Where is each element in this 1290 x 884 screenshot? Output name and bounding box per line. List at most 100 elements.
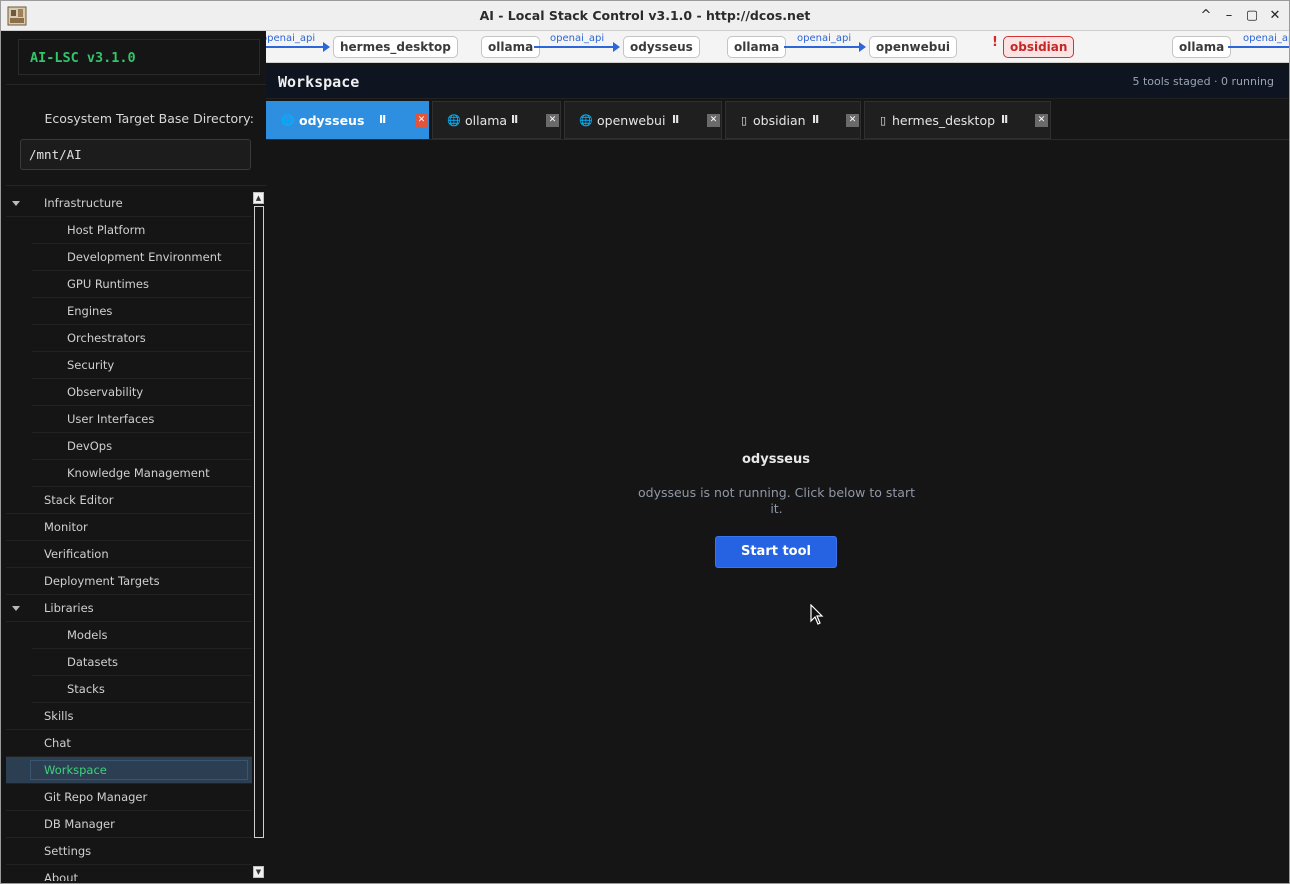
pipeline-node-obsidian[interactable]: obsidian	[1003, 36, 1075, 58]
sidebar-item-engines[interactable]: Engines	[32, 298, 252, 325]
pipeline-node-hermes-desktop[interactable]: hermes_desktop	[333, 36, 458, 58]
sidebar-item-label: Stack Editor	[44, 493, 114, 507]
sidebar-item-devops[interactable]: DevOps	[32, 433, 252, 460]
pipeline-node-openwebui[interactable]: openwebui	[869, 36, 957, 58]
tab-label: openwebui	[597, 113, 666, 128]
pause-icon[interactable]: II	[1001, 113, 1008, 126]
sidebar-item-workspace[interactable]: Workspace	[6, 757, 252, 784]
tab-obsidian[interactable]: ▯ obsidian II ✕	[725, 101, 861, 139]
pipeline-node-ollama[interactable]: ollama	[727, 36, 787, 58]
sidebar-item-infrastructure[interactable]: Infrastructure	[6, 190, 252, 217]
sidebar-item-chat[interactable]: Chat	[6, 730, 252, 757]
empty-state-message: odysseus is not running. Click below to …	[637, 485, 916, 516]
device-icon: ▯	[741, 114, 748, 127]
sidebar-item-label: DB Manager	[44, 817, 115, 831]
expand-caret-icon[interactable]	[12, 606, 20, 611]
edge-line	[534, 46, 613, 48]
sidebar-item-security[interactable]: Security	[32, 352, 252, 379]
empty-state-title: odysseus	[742, 452, 810, 467]
sidebar-item-label: Engines	[67, 304, 113, 318]
sidebar-item-host-platform[interactable]: Host Platform	[32, 217, 252, 244]
app-window: AI - Local Stack Control v3.1.0 - http:/…	[0, 0, 1290, 884]
sidebar-item-label: Git Repo Manager	[44, 790, 148, 804]
sidebar-item-gpu-runtimes[interactable]: GPU Runtimes	[32, 271, 252, 298]
sidebar-item-label: User Interfaces	[67, 412, 155, 426]
shade-button[interactable]: ^	[1197, 7, 1215, 25]
pause-icon[interactable]: II	[812, 113, 819, 126]
pause-icon[interactable]: II	[379, 113, 386, 126]
sidebar-scrollbar[interactable]: ▲ ▼	[253, 190, 265, 881]
tab-ollama[interactable]: 🌐 ollama II ✕	[432, 101, 561, 139]
divider	[6, 185, 266, 186]
sidebar-item-stack-editor[interactable]: Stack Editor	[6, 487, 252, 514]
minimize-button[interactable]: –	[1220, 7, 1238, 25]
sidebar-item-stacks[interactable]: Stacks	[32, 676, 252, 703]
pipeline-node-ollama[interactable]: ollama	[481, 36, 541, 58]
sidebar-item-libraries[interactable]: Libraries	[6, 595, 252, 622]
sidebar-item-label: Security	[67, 358, 115, 372]
close-tab-icon[interactable]: ✕	[415, 114, 428, 127]
tab-openwebui[interactable]: 🌐 openwebui II ✕	[564, 101, 722, 139]
mouse-cursor-icon	[810, 604, 824, 625]
sidebar-item-models[interactable]: Models	[32, 622, 252, 649]
sidebar-item-deployment-targets[interactable]: Deployment Targets	[6, 568, 252, 595]
sidebar-item-verification[interactable]: Verification	[6, 541, 252, 568]
window-title: AI - Local Stack Control v3.1.0 - http:/…	[479, 8, 811, 23]
close-tab-icon[interactable]: ✕	[546, 114, 559, 127]
sidebar-item-label: Settings	[44, 844, 92, 858]
sidebar-item-monitor[interactable]: Monitor	[6, 514, 252, 541]
tab-hermes-desktop[interactable]: ▯ hermes_desktop II ✕	[864, 101, 1051, 139]
sidebar-item-observability[interactable]: Observability	[32, 379, 252, 406]
pipeline-node-odysseus[interactable]: odysseus	[623, 36, 700, 58]
sidebar-item-label: Orchestrators	[67, 331, 146, 345]
sidebar-item-label: GPU Runtimes	[67, 277, 149, 291]
app-brand: AI-LSC v3.1.0	[30, 50, 136, 66]
edge-line	[266, 46, 323, 48]
scrollbar-thumb[interactable]	[254, 206, 264, 838]
sidebar-item-git-repo-manager[interactable]: Git Repo Manager	[6, 784, 252, 811]
sidebar-item-knowledge-management[interactable]: Knowledge Management	[32, 460, 252, 487]
sidebar-item-label: Knowledge Management	[67, 466, 210, 480]
edge-label: openai_api	[1243, 33, 1289, 44]
title-bar: AI - Local Stack Control v3.1.0 - http:/…	[1, 1, 1289, 31]
sidebar-item-label: Monitor	[44, 520, 88, 534]
divider	[6, 84, 266, 85]
scroll-up-arrow-icon[interactable]: ▲	[253, 192, 264, 204]
edge-label: openai_api	[266, 33, 316, 44]
expand-caret-icon[interactable]	[12, 201, 20, 206]
base-dir-input[interactable]	[20, 139, 251, 170]
sidebar-item-user-interfaces[interactable]: User Interfaces	[32, 406, 252, 433]
pipeline-node-ollama[interactable]: ollama	[1172, 36, 1232, 58]
sidebar-item-db-manager[interactable]: DB Manager	[6, 811, 252, 838]
edge-arrow-icon	[859, 42, 866, 52]
close-tab-icon[interactable]: ✕	[846, 114, 859, 127]
close-tab-icon[interactable]: ✕	[1035, 114, 1048, 127]
sidebar-item-about[interactable]: About	[6, 865, 252, 881]
sidebar-item-settings[interactable]: Settings	[6, 838, 252, 865]
sidebar-item-orchestrators[interactable]: Orchestrators	[32, 325, 252, 352]
globe-icon: 🌐	[447, 114, 461, 127]
base-dir-label: Ecosystem Target Base Directory:	[44, 111, 254, 126]
sidebar-item-label: Chat	[44, 736, 71, 750]
start-tool-button[interactable]: Start tool	[715, 536, 837, 568]
close-window-button[interactable]: ✕	[1266, 7, 1284, 25]
maximize-button[interactable]: ▢	[1243, 7, 1261, 25]
sidebar-item-development-environment[interactable]: Development Environment	[32, 244, 252, 271]
sidebar-item-label: Libraries	[44, 601, 94, 615]
sidebar-item-label: Verification	[44, 547, 109, 561]
edge-line	[1228, 46, 1289, 48]
close-tab-icon[interactable]: ✕	[707, 114, 720, 127]
tab-odysseus[interactable]: 🌐 odysseus II ✕	[266, 101, 429, 139]
sidebar-item-label: Host Platform	[67, 223, 146, 237]
nav-tree: Infrastructure Host Platform Development E…	[6, 190, 252, 881]
pause-icon[interactable]: II	[511, 113, 518, 126]
edge-label: openai_api	[797, 33, 852, 44]
sidebar-item-datasets[interactable]: Datasets	[32, 649, 252, 676]
scroll-down-arrow-icon[interactable]: ▼	[253, 866, 264, 878]
pause-icon[interactable]: II	[672, 113, 679, 126]
edge-arrow-icon	[613, 42, 620, 52]
sidebar-item-label: Development Environment	[67, 250, 222, 264]
pipeline-strip: openai_api hermes_desktop ollama openai_…	[266, 31, 1289, 63]
edge-line	[784, 46, 859, 48]
sidebar-item-skills[interactable]: Skills	[6, 703, 252, 730]
